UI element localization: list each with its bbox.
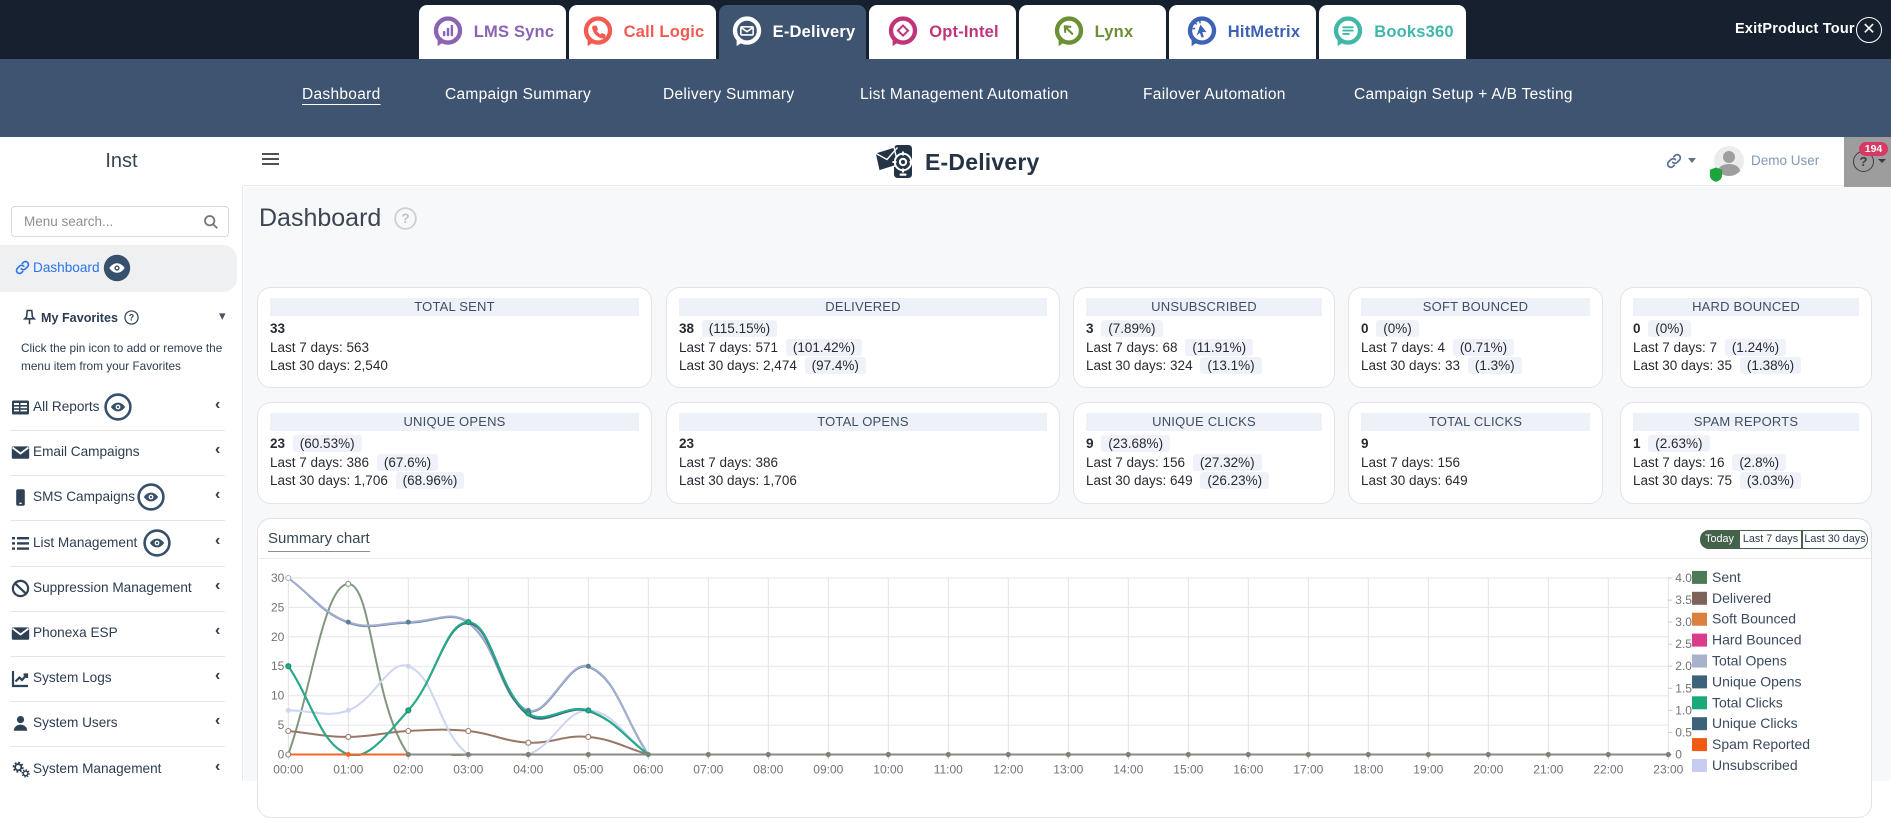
svg-text:19:00: 19:00: [1413, 763, 1443, 777]
svg-text:05:00: 05:00: [573, 763, 603, 777]
svg-text:2.5: 2.5: [1675, 637, 1692, 651]
svg-text:0: 0: [1675, 748, 1682, 762]
svg-text:23:00: 23:00: [1653, 763, 1683, 777]
svg-text:01:00: 01:00: [333, 763, 363, 777]
svg-text:Total Clicks: Total Clicks: [1712, 694, 1783, 710]
svg-text:07:00: 07:00: [693, 763, 723, 777]
svg-text:2.0: 2.0: [1675, 659, 1692, 673]
svg-text:Spam Reported: Spam Reported: [1712, 736, 1810, 752]
svg-text:5: 5: [278, 718, 285, 732]
svg-text:Hard Bounced: Hard Bounced: [1712, 632, 1802, 648]
svg-text:18:00: 18:00: [1353, 763, 1383, 777]
svg-text:30: 30: [271, 571, 285, 585]
svg-text:15:00: 15:00: [1173, 763, 1203, 777]
svg-text:20: 20: [271, 630, 285, 644]
svg-text:02:00: 02:00: [393, 763, 423, 777]
svg-text:11:00: 11:00: [934, 763, 963, 777]
svg-text:08:00: 08:00: [753, 763, 783, 777]
svg-text:09:00: 09:00: [813, 763, 843, 777]
svg-text:Unique Clicks: Unique Clicks: [1712, 715, 1798, 731]
svg-text:Unique Opens: Unique Opens: [1712, 673, 1802, 689]
svg-text:04:00: 04:00: [513, 763, 543, 777]
svg-text:25: 25: [271, 600, 285, 614]
svg-text:Total Opens: Total Opens: [1712, 653, 1787, 669]
svg-text:10:00: 10:00: [873, 763, 903, 777]
svg-text:1.5: 1.5: [1675, 681, 1692, 695]
svg-text:Unsubscribed: Unsubscribed: [1712, 757, 1798, 773]
svg-text:17:00: 17:00: [1293, 763, 1323, 777]
svg-text:?: ?: [129, 313, 134, 323]
svg-text:22:00: 22:00: [1593, 763, 1623, 777]
svg-text:Delivered: Delivered: [1712, 590, 1771, 606]
svg-text:0: 0: [278, 748, 285, 762]
svg-text:Soft Bounced: Soft Bounced: [1712, 611, 1796, 627]
svg-text:16:00: 16:00: [1233, 763, 1263, 777]
svg-text:06:00: 06:00: [633, 763, 663, 777]
svg-text:12:00: 12:00: [993, 763, 1023, 777]
svg-text:21:00: 21:00: [1533, 763, 1563, 777]
svg-text:0.5: 0.5: [1675, 725, 1692, 739]
svg-text:1.0: 1.0: [1675, 703, 1692, 717]
svg-text:00:00: 00:00: [273, 763, 303, 777]
svg-text:3.0: 3.0: [1675, 615, 1692, 629]
svg-text:3.5: 3.5: [1675, 593, 1692, 607]
svg-text:15: 15: [271, 659, 285, 673]
svg-text:14:00: 14:00: [1113, 763, 1143, 777]
svg-text:20:00: 20:00: [1473, 763, 1503, 777]
svg-text:10: 10: [271, 689, 285, 703]
svg-text:Sent: Sent: [1712, 569, 1741, 585]
svg-text:13:00: 13:00: [1053, 763, 1083, 777]
svg-text:4.0: 4.0: [1675, 571, 1692, 585]
svg-text:03:00: 03:00: [453, 763, 483, 777]
